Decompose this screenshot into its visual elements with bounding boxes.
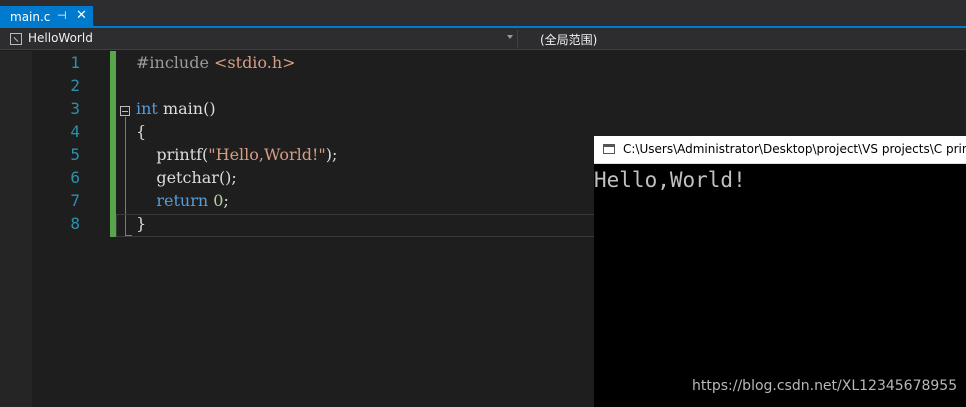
watermark: https://blog.csdn.net/XL12345678955 (692, 378, 958, 394)
scope-label: (全局范围) (540, 33, 598, 47)
code-token: int (136, 99, 158, 118)
console-icon (603, 144, 615, 154)
console-title: C:\Users\Administrator\Desktop\project\V… (623, 142, 966, 156)
code-token: main() (157, 99, 216, 118)
code-token: ); (325, 145, 338, 164)
code-line[interactable]: 3 int main() (0, 97, 966, 120)
project-dropdown[interactable]: HelloWorld (6, 30, 518, 48)
code-token: #include (136, 53, 215, 72)
code-text: #include <stdio.h> (136, 51, 296, 74)
scope-dropdown[interactable]: (全局范围) (540, 31, 597, 48)
code-line[interactable]: 2 (0, 74, 966, 97)
line-number: 5 (70, 145, 80, 164)
project-label: HelloWorld (28, 31, 93, 45)
code-text: { (136, 120, 146, 143)
tab-bar: main.c ⊣ ✕ (0, 0, 966, 28)
code-token: "Hello,World!" (208, 145, 326, 164)
tab-label: main.c (10, 10, 51, 24)
console-title-bar[interactable]: C:\Users\Administrator\Desktop\project\V… (594, 136, 966, 164)
line-number: 7 (70, 191, 80, 210)
code-token: return (156, 191, 209, 210)
console-window[interactable]: C:\Users\Administrator\Desktop\project\V… (594, 136, 966, 407)
code-token: } (136, 214, 147, 233)
line-number: 6 (70, 168, 80, 187)
project-icon (10, 33, 22, 45)
code-text: return 0; (136, 189, 229, 212)
code-text: getchar(); (136, 166, 237, 189)
chevron-down-icon[interactable] (507, 35, 513, 39)
line-number: 3 (70, 99, 80, 118)
code-token: { (136, 122, 147, 141)
code-line[interactable]: 1 #include <stdio.h> (0, 51, 966, 74)
code-token: 0 (213, 191, 224, 210)
line-number: 2 (70, 76, 80, 95)
line-number: 8 (70, 214, 80, 233)
navigation-bar: HelloWorld (全局范围) (0, 28, 966, 50)
code-token: ; (223, 191, 229, 210)
line-number: 1 (70, 53, 80, 72)
console-output: Hello,World! (594, 168, 746, 192)
code-token: <stdio.h> (214, 53, 296, 72)
close-icon[interactable]: ✕ (76, 8, 87, 23)
code-text: int main() (136, 97, 216, 120)
code-text: } (136, 212, 146, 235)
tab-main-c[interactable]: main.c ⊣ ✕ (0, 6, 93, 28)
code-text: printf("Hello,World!"); (136, 143, 337, 166)
code-token: printf( (136, 145, 209, 164)
pin-icon[interactable]: ⊣ (57, 9, 67, 22)
code-token: getchar(); (136, 168, 237, 187)
line-number: 4 (70, 122, 80, 141)
